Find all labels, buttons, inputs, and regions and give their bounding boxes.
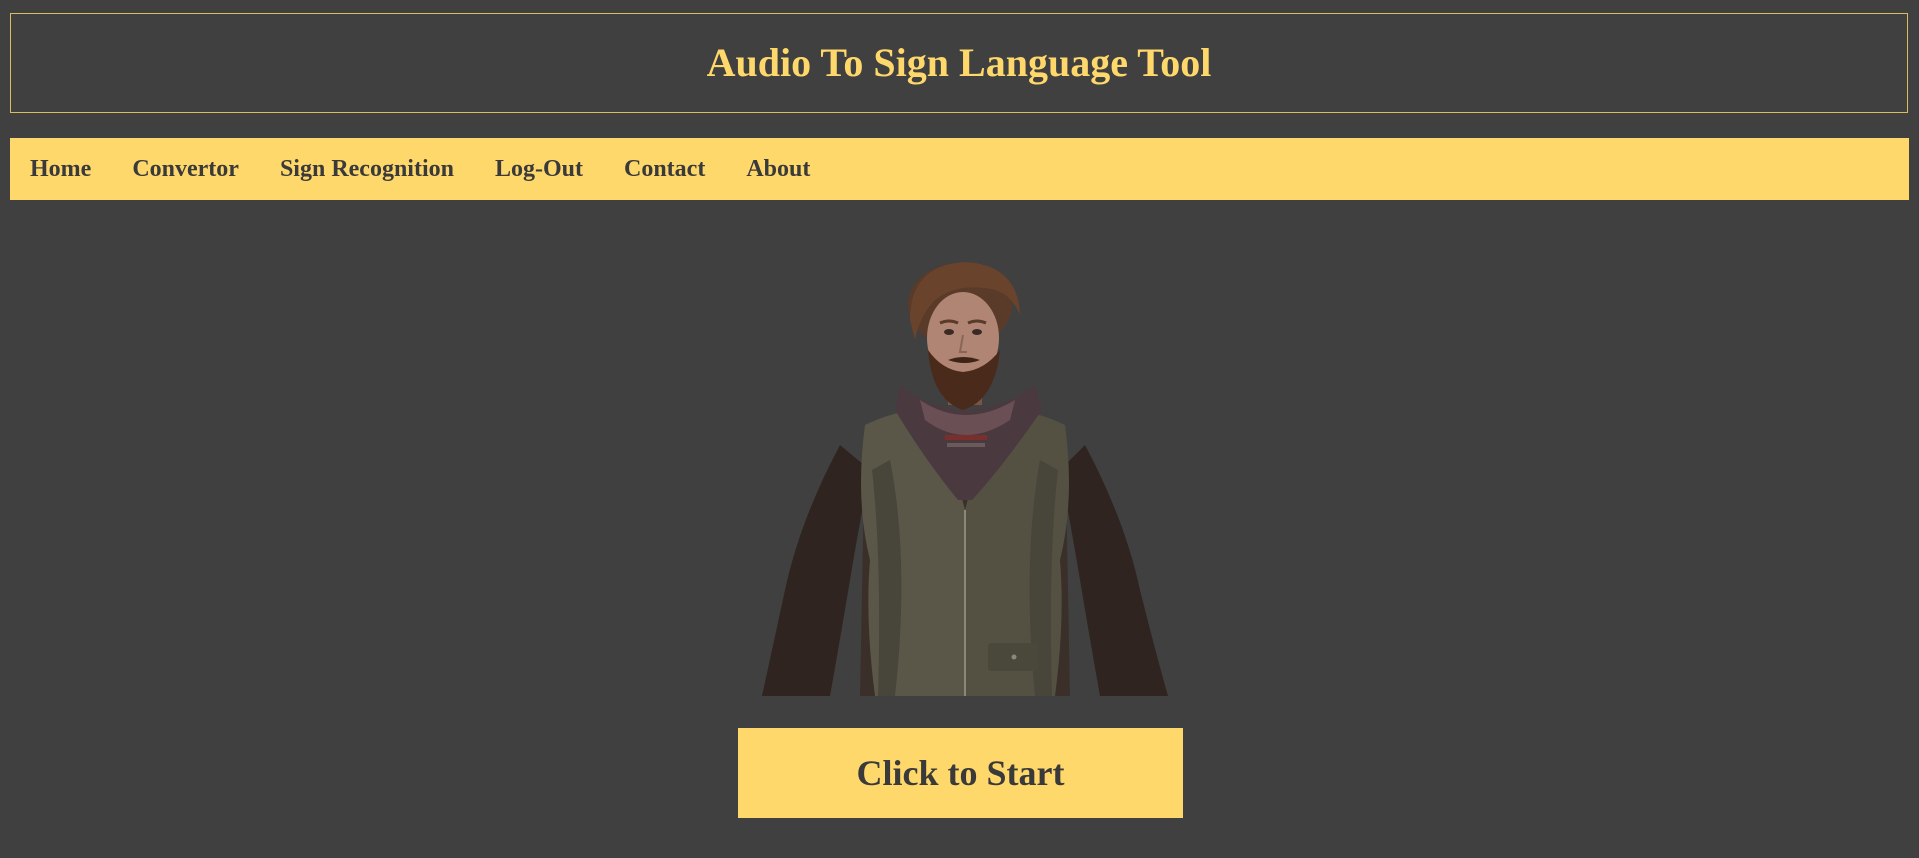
start-button[interactable]: Click to Start: [738, 728, 1183, 818]
sign-avatar: [760, 260, 1170, 696]
nav-item-about[interactable]: About: [746, 156, 810, 183]
page-header: Audio To Sign Language Tool: [10, 13, 1908, 113]
nav-item-home[interactable]: Home: [30, 156, 91, 183]
nav-item-convertor[interactable]: Convertor: [132, 156, 239, 183]
nav-bar: Home Convertor Sign Recognition Log-Out …: [10, 138, 1909, 200]
nav-item-contact[interactable]: Contact: [624, 156, 705, 183]
avatar-figure: [762, 262, 1168, 696]
nav-item-sign-recognition[interactable]: Sign Recognition: [280, 156, 454, 183]
page-title: Audio To Sign Language Tool: [706, 40, 1212, 85]
nav-item-log-out[interactable]: Log-Out: [495, 156, 583, 183]
